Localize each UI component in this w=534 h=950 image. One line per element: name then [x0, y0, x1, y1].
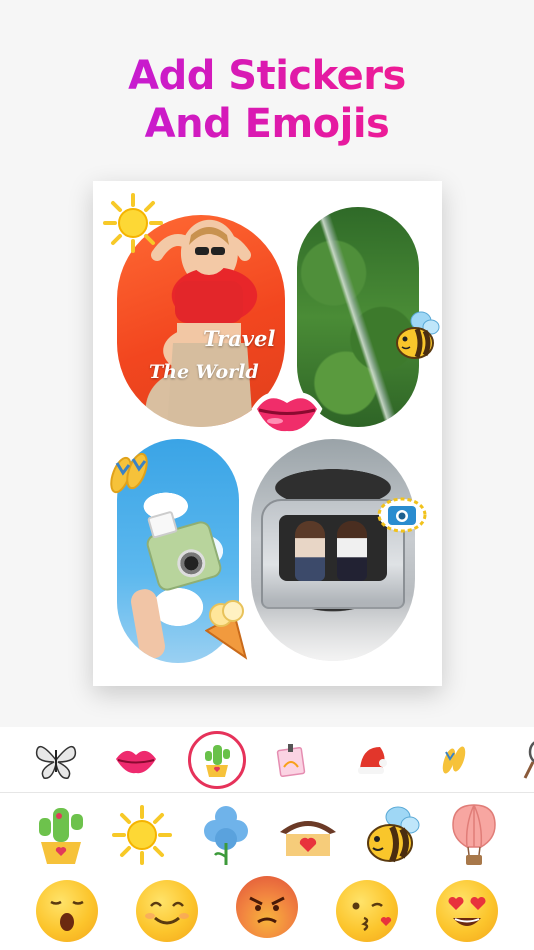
- flip-flops-icon: [442, 746, 466, 774]
- camera-photo-slot: [147, 510, 179, 539]
- photo-fade: [251, 601, 415, 661]
- tab-butterfly[interactable]: [27, 731, 85, 789]
- bee-icon[interactable]: [393, 309, 441, 361]
- sun-icon[interactable]: [101, 191, 165, 255]
- lips-icon[interactable]: [251, 383, 323, 439]
- sticker-bee[interactable]: [358, 801, 426, 869]
- text-sticker-the-world[interactable]: The World: [149, 361, 271, 383]
- tab-tennis-racket[interactable]: [505, 731, 534, 789]
- cactus-icon: [39, 808, 83, 864]
- ice-cream-icon[interactable]: [205, 599, 253, 667]
- photo-frame-icon: [276, 744, 306, 778]
- emoji-heart-eyes-face[interactable]: [433, 877, 501, 945]
- tab-photo-frame[interactable]: [262, 731, 320, 789]
- emoji-angry-face[interactable]: [233, 873, 301, 941]
- kissing-face-icon: [336, 880, 398, 942]
- collage-canvas[interactable]: Travel The World: [93, 181, 442, 686]
- sticker-heart-house[interactable]: [274, 801, 342, 869]
- bee-icon: [367, 806, 420, 863]
- tab-cactus[interactable]: [188, 731, 246, 789]
- headline-line-2: And Emojis: [144, 101, 390, 147]
- butterfly-icon: [35, 745, 77, 779]
- tennis-racket-icon: [523, 741, 534, 779]
- instant-camera: [144, 510, 224, 593]
- sticker-sun[interactable]: [108, 801, 176, 869]
- camera-icon[interactable]: [377, 497, 427, 533]
- smiling-face-icon: [136, 880, 198, 942]
- sticker-cactus[interactable]: [27, 801, 95, 869]
- sun-icon: [112, 805, 172, 865]
- flip-flops-icon[interactable]: [105, 449, 153, 497]
- headline-line-1: Add Stickers: [128, 53, 406, 99]
- blue-tree-icon: [204, 806, 248, 865]
- friend-right: [337, 521, 367, 581]
- shocked-face-icon: [36, 880, 98, 942]
- tab-santa-hat[interactable]: [343, 731, 401, 789]
- headline: Add Stickers And Emojis: [0, 52, 534, 148]
- sticker-hot-air-balloon[interactable]: [440, 801, 508, 869]
- hand: [129, 587, 167, 661]
- tab-flip-flops[interactable]: [425, 731, 483, 789]
- sticker-blue-tree[interactable]: [192, 801, 260, 869]
- sticker-grid: [0, 793, 534, 950]
- tab-lips[interactable]: [107, 731, 165, 789]
- lips-icon: [116, 750, 156, 774]
- cactus-icon: [205, 745, 230, 777]
- emoji-kissing-face[interactable]: [333, 877, 401, 945]
- heart-eyes-face-icon: [436, 880, 498, 942]
- hot-air-balloon-icon: [452, 804, 496, 865]
- car-trunk-friends-photo[interactable]: [251, 439, 415, 661]
- emoji-smiling-face[interactable]: [133, 877, 201, 945]
- angry-face-icon: [236, 876, 298, 938]
- heart-house-icon: [280, 821, 336, 856]
- sticker-category-tabs: [0, 727, 534, 793]
- friend-left: [295, 521, 325, 581]
- camera-lens: [173, 545, 209, 581]
- santa-hat-icon: [358, 747, 387, 774]
- sticker-tray: [0, 727, 534, 950]
- emoji-shocked-face[interactable]: [33, 877, 101, 945]
- text-sticker-travel[interactable]: Travel: [203, 328, 275, 349]
